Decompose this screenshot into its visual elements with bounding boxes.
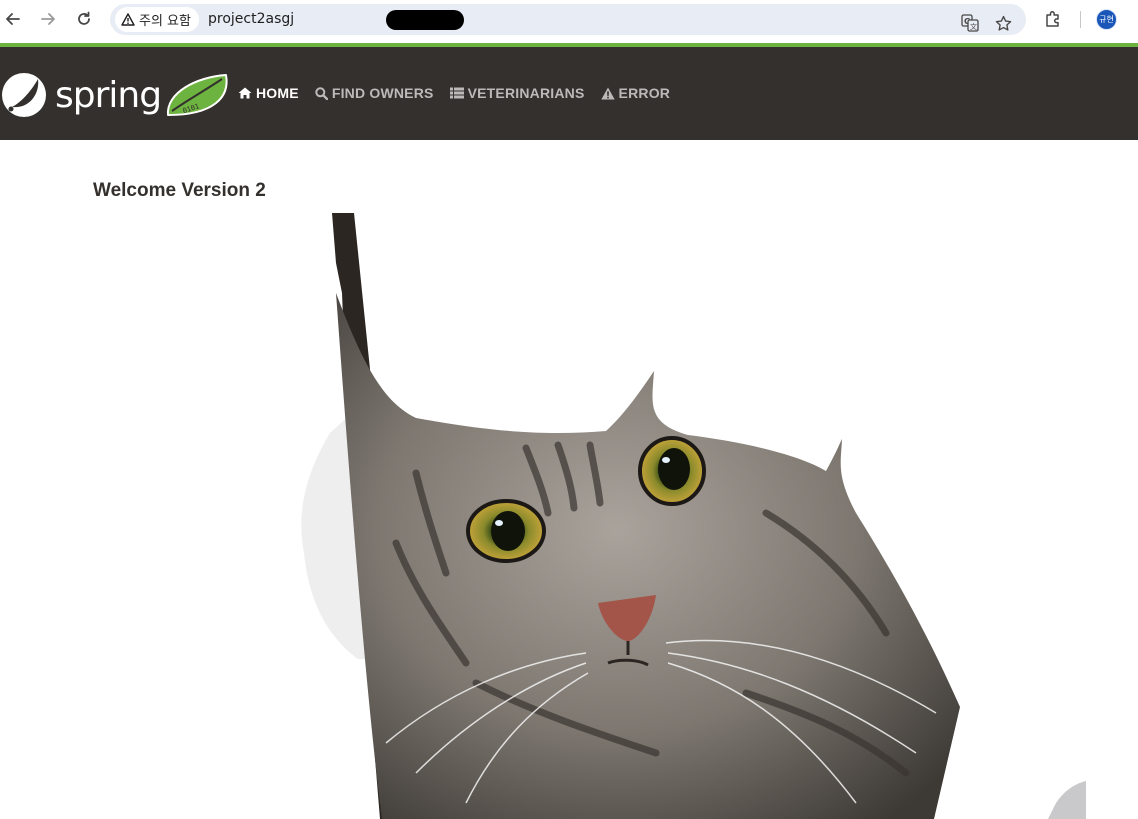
app-navbar: spring 0101 HOME FIND OWNERS VETERINARIA… <box>0 47 1138 140</box>
forward-button[interactable] <box>35 7 61 31</box>
browser-toolbar: 주의 요함 project2asgj G文 규현 <box>0 0 1138 43</box>
address-bar[interactable]: 주의 요함 project2asgj G文 <box>110 4 1026 35</box>
pet-image <box>301 213 1086 819</box>
back-arrow-icon <box>6 13 20 25</box>
spring-swirl-icon <box>2 73 46 117</box>
leaf-icon: 0101 <box>166 74 228 116</box>
home-icon <box>238 87 252 99</box>
reload-icon <box>78 11 90 25</box>
security-chip[interactable]: 주의 요함 <box>115 7 199 32</box>
nav-home[interactable]: HOME <box>238 83 299 103</box>
nav-find-owners[interactable]: FIND OWNERS <box>315 83 434 103</box>
nav-home-label: HOME <box>256 85 299 101</box>
url-text[interactable]: project2asgj <box>208 11 294 27</box>
profile-avatar[interactable]: 규현 <box>1096 9 1117 30</box>
translate-icon: G文 <box>961 14 979 32</box>
nav-error-label: ERROR <box>618 85 671 101</box>
warning-triangle-icon <box>121 13 135 26</box>
toolbar-separator <box>1080 11 1081 28</box>
forward-arrow-icon <box>41 13 55 25</box>
nav-veterinarians-label: VETERINARIANS <box>467 85 585 101</box>
page-title: Welcome Version 2 <box>93 180 266 201</box>
brand-wordmark: spring <box>55 75 161 116</box>
nav-veterinarians[interactable]: VETERINARIANS <box>449 83 585 103</box>
profile-initials: 규현 <box>1099 15 1114 24</box>
bookmark-button[interactable] <box>992 12 1014 34</box>
bookmark-star-icon <box>995 15 1011 31</box>
main-menu: HOME FIND OWNERS VETERINARIANS ERROR <box>238 83 686 103</box>
security-warning-text: 주의 요함 <box>139 14 191 29</box>
warning-icon <box>600 87 615 99</box>
reload-button[interactable] <box>71 7 97 31</box>
spring-logo[interactable]: spring 0101 <box>0 71 232 119</box>
list-icon <box>449 87 464 99</box>
redaction-mark <box>386 10 464 30</box>
svg-text:文: 文 <box>970 22 977 31</box>
extensions-button[interactable] <box>1042 8 1064 30</box>
nav-find-owners-label: FIND OWNERS <box>331 85 434 101</box>
nav-error[interactable]: ERROR <box>600 83 671 103</box>
translate-button[interactable]: G文 <box>959 12 981 34</box>
back-button[interactable] <box>0 7 26 31</box>
search-icon <box>315 86 328 100</box>
extensions-puzzle-icon <box>1046 10 1059 27</box>
